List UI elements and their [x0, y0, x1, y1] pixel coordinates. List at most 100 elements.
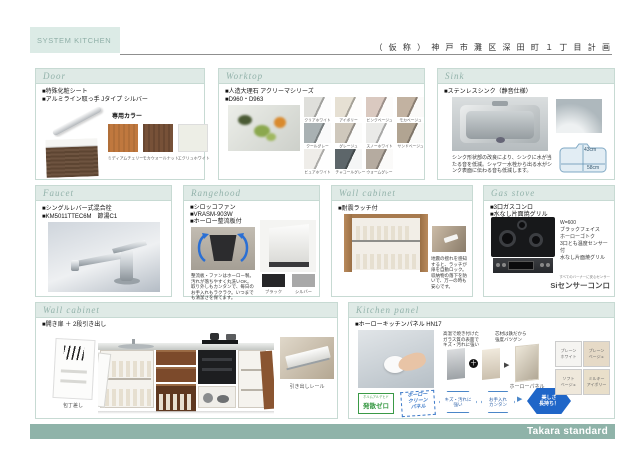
worktop-swatch [335, 149, 362, 169]
panel-faucet: Faucet ■シングルレバー式混合栓 ■KM5011TTEC6M 節湯C1 [35, 185, 172, 297]
benefit-hexagon: キズ・汚れに 強い [439, 391, 477, 413]
worktop-swatch-label: ウォームグレー [366, 170, 392, 175]
worktop-swatch-label: ピュアホワイト [304, 170, 330, 175]
panel-sink-title: Sink [445, 71, 465, 81]
latch-detail-photo [432, 226, 466, 252]
panel-door: Door ■特殊化粧シート ■アルミライン取っ手 Jタイプ シルバー 専用カラー… [35, 68, 205, 180]
panel-wipe-photo [358, 330, 434, 388]
footer-brand-bar: Takara standard [30, 424, 615, 439]
panel-kitchen-panel-title: Kitchen panel [356, 305, 419, 315]
rangehood-swatch-label: ブラック [260, 289, 286, 295]
rangehood-cleaning-photo [191, 227, 255, 270]
panel-wall-cabinet-upper-title: Wall cabinet [339, 188, 396, 198]
rangehood-spec-line: ■ホーロー整流板付 [190, 218, 242, 226]
badge-main-text: 発散ゼロ [359, 400, 393, 410]
panel-rangehood-title: Rangehood [191, 188, 241, 198]
worktop-swatch [366, 149, 393, 169]
panel-rangehood-header: Rangehood [184, 186, 319, 201]
glass-panel-shape [482, 348, 500, 380]
door-swatch [143, 124, 173, 152]
knife-holder-caption: 包丁差し [54, 402, 92, 409]
si-logo-subtext: すべてのバーナーに安心センサー [545, 274, 610, 279]
si-logo-text: Siセンサーコンロ [534, 280, 610, 291]
faucet-shape [48, 222, 160, 292]
kitchen-panel-swatch: プレーン ホワイト [555, 341, 582, 367]
sink-detail-photo [556, 99, 602, 133]
worktop-swatch [366, 123, 393, 143]
formaldehyde-zero-badge: ホルムアルデヒド 発散ゼロ [358, 393, 394, 414]
worktop-photo [228, 105, 300, 151]
worktop-swatch-label: チャコールグレー [335, 170, 361, 175]
panel-wall-cabinet-upper-header: Wall cabinet [332, 186, 472, 201]
panel-sink: Sink ■ステンレスシンク（静音仕様） シンク形状部の改良により、シンクに水が… [437, 68, 615, 180]
wall-cabinet-photo [344, 214, 428, 272]
drawer-rail-caption: 引き出しレール [276, 383, 338, 390]
panel-gas-stove: Gas stove ■3口ガスコンロ ■水なし片面焼グリル W=600 ブラック… [483, 185, 615, 297]
door-sample-photo [45, 138, 98, 178]
panel-sink-header: Sink [438, 69, 614, 84]
flow-arrow: ▶ [517, 395, 522, 403]
header-rule [120, 54, 612, 55]
sink-spec-line: ■ステンレスシンク（静音仕様） [444, 88, 532, 96]
door-swatch [178, 124, 208, 152]
door-handle-photo [44, 105, 108, 137]
base-cabinet-photo [98, 329, 274, 417]
worktop-swatch [335, 123, 362, 143]
panel-rangehood: Rangehood ■シロッコファン ■VRASM-903W ■ホーロー整流板付… [183, 185, 320, 297]
faucet-spec-line: ■シングルレバー式混合栓 [42, 205, 112, 213]
worktop-spec-line: ■人造大理石 アクリーマシリーズ [225, 88, 314, 96]
panel-faucet-title: Faucet [43, 188, 74, 198]
worktop-swatch [304, 97, 331, 117]
construction-caption-left: 高温で焼き付けた ガラス質の表面で キズ・汚れに強い [443, 331, 491, 348]
door-color-label: 専用カラー [112, 113, 142, 121]
panel-gas-stove-header: Gas stove [484, 186, 614, 201]
sink-dimension-diagram: 43cm 58cm [558, 139, 608, 177]
panel-kitchen-panel: Kitchen panel ■ホーローキッチンパネル HN17 ホルムアルデヒド… [348, 302, 615, 419]
door-spec-line: ■特殊化粧シート [42, 88, 88, 96]
enamel-panel-shape [515, 344, 539, 383]
worktop-swatch [397, 123, 424, 143]
wall-cabinet-upper-caption: 地震の揺れを感知すると、ラッチが扉を自動ロック。収納物の落下を防いで、万一の時も… [431, 256, 468, 289]
kitchen-panel-swatch: プレーン ベージュ [583, 341, 610, 367]
kitchen-panel-swatch: ミルキー アイボリー [583, 369, 610, 395]
worktop-swatch [397, 97, 424, 117]
steel-panel-shape [447, 348, 465, 380]
rangehood-caption: 整流板・ファンはホーロー製。汚れが落ちやすく丸洗いOK。取り外しもカンタンで、毎… [191, 273, 255, 301]
worktop-swatch-label: サンドベージュ [397, 144, 423, 149]
wall-cabinet-base-spec-line: ■開き扉 ＋ 2段引き出し [42, 321, 106, 329]
sink-outline [558, 139, 608, 177]
door-swatch-label: モカウォールナット [143, 156, 173, 162]
panel-door-header: Door [36, 69, 204, 84]
panel-wall-cabinet-base-header: Wall cabinet [36, 303, 337, 318]
wall-cabinet-upper-spec-line: ■耐震ラッチ付 [338, 205, 378, 213]
worktop-swatch [304, 149, 331, 169]
rangehood-swatch-label: シルバー [290, 289, 316, 295]
rangehood-swatch [262, 274, 285, 287]
rangehood-product-photo [260, 220, 316, 272]
enamel-clean-panel-logo: ホーロー クリーン パネル [400, 390, 436, 417]
sink-caption: シンク形状部の改良により、シンクに水が当たる音を低減。シャワー水栓から出る水がシ… [452, 155, 552, 175]
panel-wall-cabinet-base: Wall cabinet ■開き扉 ＋ 2段引き出し 包丁差し [35, 302, 338, 419]
panel-wall-cabinet-base-title: Wall cabinet [43, 305, 100, 315]
door-swatch-label: ミディアムチェリー [108, 156, 138, 162]
door-swatch-label: エクリュホワイト [178, 156, 208, 162]
blue-arrows [191, 227, 255, 270]
logo-label: SYSTEM KITCHEN [37, 36, 111, 45]
drawer-rail-photo [280, 337, 334, 379]
sink-depth-dim: 43cm [584, 147, 596, 153]
construction-arrow: ▶ [504, 361, 509, 369]
kitchen-panel-swatch: ソフト ベージュ [555, 369, 582, 395]
benefit-hexagon: お手入れ カンタン [481, 391, 515, 413]
gas-stove-photo [491, 217, 555, 273]
panel-door-title: Door [43, 71, 66, 81]
system-kitchen-logo: SYSTEM KITCHEN [30, 27, 120, 53]
faucet-spec-line: ■KM5011TTEC6M 節湯C1 [42, 213, 117, 221]
faucet-photo [48, 222, 160, 292]
panel-worktop: Worktop ■人造大理石 アクリーマシリーズ ■D960・D963 クリアホ… [218, 68, 425, 180]
worktop-swatch [304, 123, 331, 143]
plus-badge: ＋ [469, 359, 478, 368]
si-sensor-logo: すべてのバーナーに安心センサー Siセンサーコンロ [534, 274, 610, 291]
worktop-spec-line: ■D960・D963 [225, 96, 263, 104]
rangehood-swatch [292, 274, 315, 287]
project-title: （ 仮 称 ） 神 戸 市 灘 区 深 田 町 １ 丁 目 計 画 [374, 42, 612, 53]
